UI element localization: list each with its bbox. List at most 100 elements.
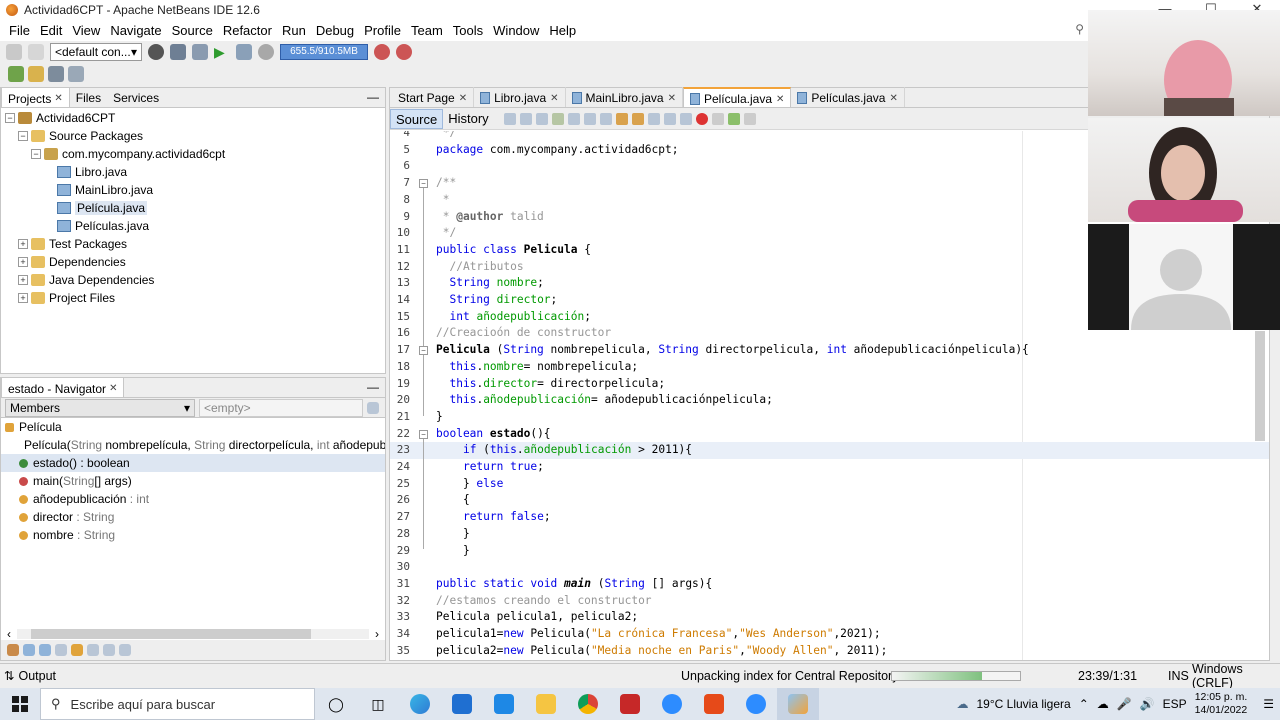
code-line[interactable]: 34 pelicula1=new Pelicula("La crónica Fra… <box>390 626 1269 643</box>
fold-toggle[interactable]: − <box>419 346 428 356</box>
tree-item[interactable]: + Dependencies <box>1 253 385 271</box>
volume-icon[interactable]: 🔊 <box>1140 697 1155 711</box>
tab-files[interactable]: Files <box>70 87 107 107</box>
new-file-icon[interactable] <box>28 66 44 82</box>
expand-icon[interactable]: + <box>18 239 28 249</box>
explorer-app[interactable] <box>525 688 567 720</box>
cortana-button[interactable]: ◯ <box>315 688 357 720</box>
source-view-button[interactable]: Source <box>390 108 444 129</box>
tree-item[interactable]: − Source Packages <box>1 127 385 145</box>
sort-source-icon[interactable] <box>87 644 99 656</box>
chevron-up-icon[interactable]: ⌃ <box>1079 697 1089 711</box>
bookmark-icon[interactable] <box>615 112 628 125</box>
fq-names-icon[interactable] <box>103 644 115 656</box>
menu-help[interactable]: Help <box>544 23 581 38</box>
code-line[interactable]: 18 this.nombre= nombrepelicula; <box>390 359 1269 376</box>
menu-source[interactable]: Source <box>167 23 218 38</box>
back-icon[interactable] <box>503 112 516 125</box>
mcafee-app[interactable] <box>609 688 651 720</box>
code-line[interactable]: 31 public static void main (String [] arg… <box>390 576 1269 593</box>
next-bookmark-icon[interactable] <box>647 112 660 125</box>
minimize-pane-button[interactable]: — <box>367 380 379 394</box>
fold-toggle[interactable]: − <box>419 429 428 439</box>
menu-window[interactable]: Window <box>488 23 544 38</box>
close-icon[interactable]: ✕ <box>54 93 62 104</box>
open-project-icon[interactable] <box>48 66 64 82</box>
close-icon[interactable]: ✕ <box>668 93 676 104</box>
language-indicator[interactable]: ESP <box>1163 697 1187 711</box>
tab-navigator[interactable]: estado - Navigator ✕ <box>1 377 125 397</box>
navigator-member[interactable]: main(String[] args) <box>1 472 385 490</box>
uncomment-icon[interactable] <box>743 112 756 125</box>
scroll-thumb[interactable] <box>31 629 311 639</box>
code-line[interactable]: 20 this.añodepublicación= añodepublicaci… <box>390 392 1269 409</box>
tree-item[interactable]: Películas.java <box>1 217 385 235</box>
scroll-right-icon[interactable]: › <box>375 627 379 641</box>
toggle-highlight-icon[interactable] <box>599 112 612 125</box>
tree-item[interactable]: − com.mycompany.actividad6cpt <box>1 145 385 163</box>
expand-icon[interactable]: + <box>18 275 28 285</box>
comment-icon[interactable] <box>727 112 740 125</box>
menu-navigate[interactable]: Navigate <box>105 23 166 38</box>
quick-search-icon[interactable]: ⚲ <box>1075 22 1084 36</box>
close-icon[interactable]: ✕ <box>459 93 467 104</box>
expand-icon[interactable]: + <box>18 293 28 303</box>
tab-projects[interactable]: Projects ✕ <box>1 87 70 107</box>
editor-tab[interactable]: Start Page ✕ <box>392 87 475 107</box>
code-line[interactable]: 33 Pelicula pelicula1, pelicula2; <box>390 609 1269 626</box>
microphone-icon[interactable]: 🎤 <box>1117 697 1132 711</box>
start-macro-icon[interactable] <box>695 112 708 125</box>
minimize-pane-button[interactable]: — <box>367 90 379 104</box>
navigator-member[interactable]: añodepublicación : int <box>1 490 385 508</box>
scroll-track[interactable] <box>17 629 369 639</box>
navigator-member[interactable]: estado() : boolean <box>1 454 385 472</box>
close-icon[interactable]: ✕ <box>550 93 558 104</box>
code-line[interactable]: 24 return true; <box>390 459 1269 476</box>
configuration-select[interactable]: <default con... ▾ <box>50 43 142 61</box>
collapse-icon[interactable]: − <box>18 131 28 141</box>
code-line[interactable]: 25 } else <box>390 476 1269 493</box>
learning-app[interactable] <box>483 688 525 720</box>
menu-refactor[interactable]: Refactor <box>218 23 277 38</box>
gc-icon-2[interactable] <box>396 44 412 60</box>
code-line[interactable]: 23 if (this.añodepublicación > 2011){ <box>390 442 1269 459</box>
cloud-icon[interactable]: ☁ <box>1097 697 1109 711</box>
task-view-button[interactable]: ◫ <box>357 688 399 720</box>
editor-tab[interactable]: Película.java ✕ <box>682 87 792 107</box>
code-line[interactable]: 26 { <box>390 492 1269 509</box>
notifications-icon[interactable]: ☰ <box>1263 697 1274 711</box>
menu-edit[interactable]: Edit <box>35 23 67 38</box>
memory-usage-bar[interactable]: 655.5/910.5MB <box>280 44 368 60</box>
profile-icon[interactable] <box>258 44 274 60</box>
prev-bookmark-icon[interactable] <box>631 112 644 125</box>
filter-fields-icon[interactable] <box>23 644 35 656</box>
shift-right-icon[interactable] <box>679 112 692 125</box>
collapse-icon[interactable]: − <box>5 113 15 123</box>
tree-item[interactable]: Libro.java <box>1 163 385 181</box>
history-view-button[interactable]: History <box>443 109 493 129</box>
expand-icon[interactable]: + <box>18 257 28 267</box>
weather-label[interactable]: 19°C Lluvia ligera <box>977 697 1071 711</box>
redo-icon[interactable] <box>28 44 44 60</box>
tree-item[interactable]: MainLibro.java <box>1 181 385 199</box>
find-icon[interactable] <box>551 112 564 125</box>
office-app[interactable] <box>693 688 735 720</box>
menu-debug[interactable]: Debug <box>311 23 359 38</box>
code-line[interactable]: 17 Pelicula (String nombrepelicula, Strin… <box>390 342 1269 359</box>
collapse-icon[interactable]: − <box>31 149 41 159</box>
editor-tab[interactable]: Películas.java ✕ <box>791 87 905 107</box>
code-line[interactable]: 21} <box>390 409 1269 426</box>
debug-icon[interactable] <box>236 44 252 60</box>
chrome-app[interactable] <box>567 688 609 720</box>
members-select[interactable]: Members ▾ <box>5 398 195 417</box>
stop-macro-icon[interactable] <box>711 112 724 125</box>
start-button[interactable] <box>0 688 40 720</box>
netbeans-app[interactable] <box>777 688 819 720</box>
zoom-app-2[interactable] <box>735 688 777 720</box>
run-icon[interactable]: ▶ <box>214 44 230 60</box>
code-line[interactable]: 32 //estamos creando el constructor <box>390 593 1269 610</box>
menu-run[interactable]: Run <box>277 23 311 38</box>
tree-item[interactable]: + Project Files <box>1 289 385 307</box>
navigator-hscrollbar[interactable]: ‹ › <box>7 627 379 641</box>
code-line[interactable]: 35 pelicula2=new Pelicula("Media noche en… <box>390 643 1269 660</box>
